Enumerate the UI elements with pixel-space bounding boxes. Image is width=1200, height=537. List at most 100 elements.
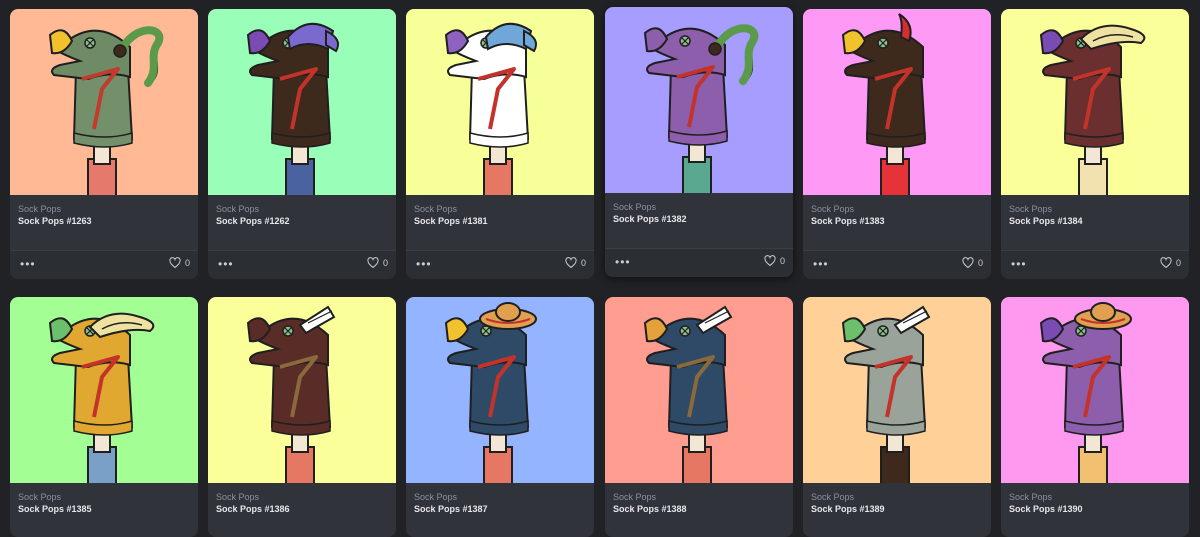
heart-icon bbox=[962, 257, 974, 269]
card-footer: ••• 0 bbox=[803, 250, 991, 279]
token-name[interactable]: Sock Pops #1381 bbox=[414, 215, 586, 228]
sock-puppet-artwork bbox=[1001, 297, 1189, 483]
token-name[interactable]: Sock Pops #1263 bbox=[18, 215, 190, 228]
nft-card[interactable]: Sock Pops Sock Pops #1262 ••• 0 bbox=[208, 9, 396, 279]
nft-info: Sock Pops Sock Pops #1385 bbox=[10, 483, 198, 516]
sock-puppet-artwork bbox=[208, 297, 396, 483]
collection-name[interactable]: Sock Pops bbox=[18, 204, 190, 215]
like-count: 0 bbox=[580, 258, 586, 268]
nft-card[interactable]: Sock PopsSock Pops #1388••• bbox=[605, 297, 793, 537]
like-button[interactable]: 0 bbox=[962, 257, 983, 269]
collection-name[interactable]: Sock Pops bbox=[613, 492, 785, 503]
nft-card[interactable]: Sock PopsSock Pops #1390••• bbox=[1001, 297, 1189, 537]
nft-image[interactable] bbox=[10, 9, 198, 195]
like-count: 0 bbox=[779, 256, 785, 266]
nft-info: Sock Pops Sock Pops #1263 bbox=[10, 195, 198, 228]
heart-icon bbox=[764, 255, 776, 267]
token-name[interactable]: Sock Pops #1388 bbox=[613, 503, 785, 516]
card-footer: ••• 0 bbox=[10, 250, 198, 279]
more-dots-icon[interactable]: ••• bbox=[218, 257, 234, 271]
token-name[interactable]: Sock Pops #1387 bbox=[414, 503, 586, 516]
token-name[interactable]: Sock Pops #1384 bbox=[1009, 215, 1181, 228]
collection-name[interactable]: Sock Pops bbox=[216, 492, 388, 503]
sock-puppet-artwork bbox=[605, 7, 793, 193]
nft-image[interactable] bbox=[406, 9, 594, 195]
nft-image[interactable] bbox=[406, 297, 594, 483]
nft-card[interactable]: Sock Pops Sock Pops #1384 ••• 0 bbox=[1001, 9, 1189, 279]
collection-name[interactable]: Sock Pops bbox=[414, 204, 586, 215]
nft-info: Sock Pops Sock Pops #1390 bbox=[1001, 483, 1189, 516]
nft-card[interactable]: Sock PopsSock Pops #1389••• bbox=[803, 297, 991, 537]
collection-name[interactable]: Sock Pops bbox=[1009, 492, 1181, 503]
token-name[interactable]: Sock Pops #1389 bbox=[811, 503, 983, 516]
more-dots-icon[interactable]: ••• bbox=[416, 257, 432, 271]
nft-info: Sock Pops Sock Pops #1384 bbox=[1001, 195, 1189, 228]
nft-info: Sock Pops Sock Pops #1381 bbox=[406, 195, 594, 228]
like-count: 0 bbox=[382, 258, 388, 268]
sock-puppet-artwork bbox=[803, 9, 991, 195]
nft-info: Sock Pops Sock Pops #1262 bbox=[208, 195, 396, 228]
sock-puppet-artwork bbox=[406, 297, 594, 483]
nft-image[interactable] bbox=[208, 297, 396, 483]
token-name[interactable]: Sock Pops #1383 bbox=[811, 215, 983, 228]
nft-card[interactable]: Sock PopsSock Pops #1385••• bbox=[10, 297, 198, 537]
collection-name[interactable]: Sock Pops bbox=[216, 204, 388, 215]
like-button[interactable]: 0 bbox=[565, 257, 586, 269]
nft-info: Sock Pops Sock Pops #1389 bbox=[803, 483, 991, 516]
nft-card[interactable]: Sock PopsSock Pops #1386••• bbox=[208, 297, 396, 537]
more-dots-icon[interactable]: ••• bbox=[615, 255, 631, 269]
collection-name[interactable]: Sock Pops bbox=[811, 492, 983, 503]
nft-card[interactable]: Sock Pops Sock Pops #1382 ••• 0 bbox=[605, 7, 793, 277]
token-name[interactable]: Sock Pops #1390 bbox=[1009, 503, 1181, 516]
collection-name[interactable]: Sock Pops bbox=[414, 492, 586, 503]
card-footer: ••• 0 bbox=[605, 248, 793, 277]
heart-icon bbox=[565, 257, 577, 269]
card-footer: ••• 0 bbox=[208, 250, 396, 279]
sock-puppet-artwork bbox=[803, 297, 991, 483]
nft-image[interactable] bbox=[803, 297, 991, 483]
like-button[interactable]: 0 bbox=[169, 257, 190, 269]
heart-icon bbox=[367, 257, 379, 269]
heart-icon bbox=[169, 257, 181, 269]
nft-image[interactable] bbox=[208, 9, 396, 195]
nft-image[interactable] bbox=[1001, 9, 1189, 195]
nft-info: Sock Pops Sock Pops #1386 bbox=[208, 483, 396, 516]
like-count: 0 bbox=[1175, 258, 1181, 268]
nft-image[interactable] bbox=[1001, 297, 1189, 483]
token-name[interactable]: Sock Pops #1262 bbox=[216, 215, 388, 228]
sock-puppet-artwork bbox=[10, 9, 198, 195]
like-count: 0 bbox=[977, 258, 983, 268]
like-button[interactable]: 0 bbox=[1160, 257, 1181, 269]
nft-image[interactable] bbox=[605, 297, 793, 483]
card-footer: ••• 0 bbox=[406, 250, 594, 279]
more-dots-icon[interactable]: ••• bbox=[1011, 257, 1027, 271]
nft-image[interactable] bbox=[10, 297, 198, 483]
token-name[interactable]: Sock Pops #1385 bbox=[18, 503, 190, 516]
nft-info: Sock Pops Sock Pops #1388 bbox=[605, 483, 793, 516]
nft-info: Sock Pops Sock Pops #1383 bbox=[803, 195, 991, 228]
card-footer: ••• 0 bbox=[1001, 250, 1189, 279]
token-name[interactable]: Sock Pops #1382 bbox=[613, 213, 785, 226]
sock-puppet-artwork bbox=[1001, 9, 1189, 195]
token-name[interactable]: Sock Pops #1386 bbox=[216, 503, 388, 516]
nft-card[interactable]: Sock Pops Sock Pops #1383 ••• 0 bbox=[803, 9, 991, 279]
collection-name[interactable]: Sock Pops bbox=[811, 204, 983, 215]
nft-card[interactable]: Sock Pops Sock Pops #1381 ••• 0 bbox=[406, 9, 594, 279]
collection-name[interactable]: Sock Pops bbox=[1009, 204, 1181, 215]
more-dots-icon[interactable]: ••• bbox=[20, 257, 36, 271]
like-button[interactable]: 0 bbox=[367, 257, 388, 269]
like-count: 0 bbox=[184, 258, 190, 268]
nft-card[interactable]: Sock Pops Sock Pops #1263 ••• 0 bbox=[10, 9, 198, 279]
heart-icon bbox=[1160, 257, 1172, 269]
nft-card[interactable]: Sock PopsSock Pops #1387••• bbox=[406, 297, 594, 537]
nft-info: Sock Pops Sock Pops #1387 bbox=[406, 483, 594, 516]
sock-puppet-artwork bbox=[208, 9, 396, 195]
like-button[interactable]: 0 bbox=[764, 255, 785, 267]
sock-puppet-artwork bbox=[10, 297, 198, 483]
more-dots-icon[interactable]: ••• bbox=[813, 257, 829, 271]
collection-name[interactable]: Sock Pops bbox=[18, 492, 190, 503]
nft-image[interactable] bbox=[605, 7, 793, 193]
sock-puppet-artwork bbox=[605, 297, 793, 483]
nft-image[interactable] bbox=[803, 9, 991, 195]
collection-name[interactable]: Sock Pops bbox=[613, 202, 785, 213]
